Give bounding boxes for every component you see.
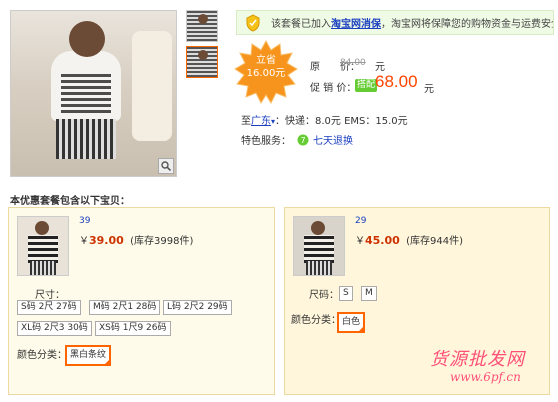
savings-badge-amount: 16.00元	[246, 68, 286, 79]
promo-price-value: 68.00	[375, 72, 418, 91]
size-option[interactable]: M码 2尺1 28码	[89, 300, 161, 315]
bundle-item-image[interactable]	[17, 216, 69, 276]
size-option[interactable]: L码 2尺2 29码	[163, 300, 232, 315]
promo-price-unit: 元	[424, 84, 434, 95]
zoom-icon[interactable]	[158, 158, 174, 174]
currency-symbol: ￥	[79, 236, 89, 247]
model-shorts	[56, 119, 116, 159]
thumbnail-list	[186, 10, 218, 82]
bundle-item-price: ￥39.00 (库存3998件)	[79, 232, 193, 247]
bundle-item-image[interactable]	[293, 216, 345, 276]
size-option[interactable]: XL码 2尺3 30码	[17, 321, 92, 336]
savings-badge-text: 立省 16.00元	[233, 54, 299, 80]
shipping-city-selector[interactable]: 广东	[251, 116, 271, 127]
size-option[interactable]: S码 2尺 27码	[17, 300, 81, 315]
shipping-info: 至广东▾：快递：8.0元 EMS：15.0元	[241, 112, 408, 127]
color-label: 颜色分类：	[17, 350, 67, 361]
model-head	[69, 21, 105, 57]
bundle-item-price-value: 45.00	[365, 234, 400, 247]
shirt-print	[61, 73, 111, 113]
background-dress	[132, 31, 172, 141]
bundle-section-title: 本优惠套餐包含以下宝贝：	[10, 196, 130, 207]
bundle-tag: 搭配	[355, 79, 378, 92]
special-services: 特色服务： 7 七天退换	[241, 132, 353, 147]
seven-day-return-link[interactable]: 七天退换	[313, 132, 353, 147]
size-label: 尺寸：	[35, 290, 65, 301]
original-price-value: 84.00	[340, 58, 366, 68]
thumbnail-1[interactable]	[186, 10, 218, 42]
bundle-item-price-value: 39.00	[89, 234, 124, 247]
promo-price-label: 促 销 价：	[310, 83, 357, 94]
bundle-item-price: ￥45.00 (库存944件)	[355, 232, 463, 247]
color-option-selected[interactable]: 黑白条纹	[65, 345, 112, 366]
notice-text-after: ，淘宝网将保障您的购物资金与运费安全。	[381, 19, 554, 30]
shield-icon	[245, 13, 261, 32]
thumbnail-2[interactable]	[186, 46, 218, 78]
svg-text:7: 7	[300, 136, 305, 145]
color-option-selected[interactable]: 白色	[337, 312, 366, 333]
size-option[interactable]: XS码 1尺9 26码	[95, 321, 171, 336]
seven-day-return-icon: 7	[297, 134, 309, 145]
stock-count: (库存3998件)	[130, 236, 194, 247]
consumer-protection-notice: 该套餐已加入 淘宝网消保 ，淘宝网将保障您的购物资金与运费安全。	[236, 10, 554, 35]
site-watermark-url: www.6pf.cn	[450, 370, 521, 384]
size-label: 尺码：	[309, 290, 339, 301]
color-label: 颜色分类：	[291, 315, 341, 326]
currency-symbol: ￥	[355, 236, 365, 247]
main-product-image[interactable]	[10, 10, 177, 177]
consumer-protection-link[interactable]: 淘宝网消保	[331, 15, 381, 30]
shipping-fees: ：快递：8.0元 EMS：15.0元	[275, 116, 408, 127]
size-option[interactable]: S	[339, 286, 353, 301]
bundle-item-id[interactable]: 39	[79, 216, 90, 226]
savings-badge-line1: 立省	[256, 55, 276, 66]
stock-count: (库存944件)	[406, 236, 464, 247]
bundle-item-left: 39 ￥39.00 (库存3998件) 尺寸： S码 2尺 27码 M码 2尺1…	[8, 207, 275, 395]
original-price-unit: 元	[375, 62, 385, 73]
bundle-item-id[interactable]: 29	[355, 216, 366, 226]
size-option[interactable]: M	[361, 286, 377, 301]
site-watermark: 货源批发网	[430, 349, 525, 370]
services-label: 特色服务：	[241, 136, 291, 147]
notice-text-before: 该套餐已加入	[271, 19, 331, 30]
shipping-prefix: 至	[241, 116, 251, 127]
